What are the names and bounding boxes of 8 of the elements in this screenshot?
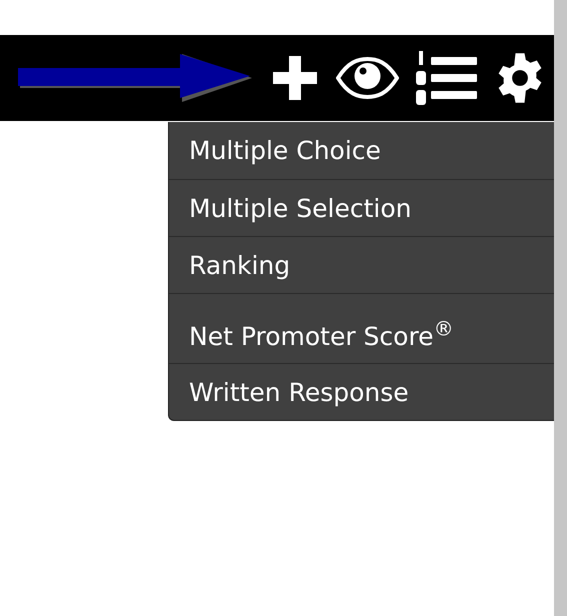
add-button[interactable] — [270, 53, 320, 103]
plus-icon — [270, 53, 320, 103]
menu-item[interactable]: Multiple Choice — [169, 122, 554, 179]
numbered-list-icon — [415, 49, 477, 107]
scrollbar[interactable] — [554, 0, 567, 616]
eye-icon — [336, 57, 399, 99]
order-button[interactable] — [415, 49, 477, 107]
preview-button[interactable] — [336, 57, 399, 99]
